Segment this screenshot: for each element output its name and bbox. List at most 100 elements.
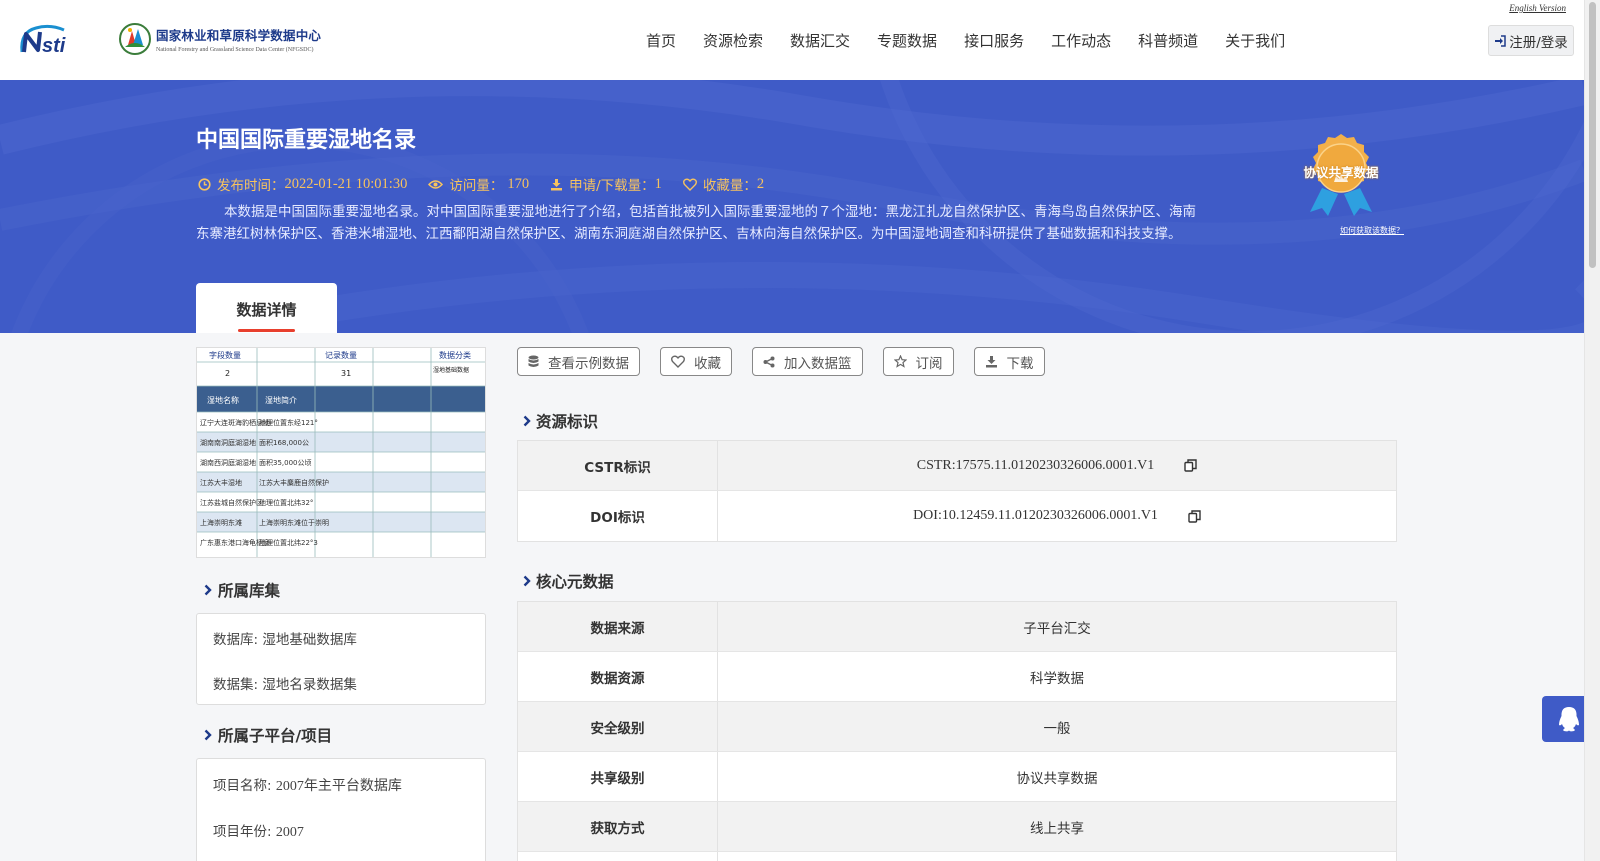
favorite-count: 收藏量： 2 — [682, 174, 765, 194]
visit-count: 访问量： 170 — [428, 174, 529, 194]
project-name-value: 2007年主平台数据库 — [275, 779, 402, 794]
publish-time-value: 2022-01-21 10:01:30 — [284, 175, 408, 192]
download-label: 下载 — [1006, 355, 1034, 372]
table-key: 数据资源 — [518, 652, 718, 701]
table-value: 科学数据 — [1030, 670, 1084, 687]
nsti-logo[interactable]: sti — [18, 22, 96, 61]
project-year-row: 项目年份: 2007 — [213, 820, 304, 841]
download-button[interactable]: 下载 — [973, 347, 1045, 376]
chevron-right-icon — [523, 415, 531, 427]
table-value — [718, 852, 1396, 861]
chevron-right-icon — [523, 575, 531, 587]
preview-cell: 上海崇明东滩位于崇明 — [259, 518, 329, 527]
database-icon — [528, 355, 539, 367]
download-count: 申请/下载量： 1 — [550, 174, 662, 194]
add-to-basket-label: 加入数据篮 — [784, 355, 852, 372]
subplatform-section-box: 项目名称: 2007年主平台数据库 项目年份: 2007 — [196, 758, 486, 861]
core-metadata-header: 核心元数据 — [523, 570, 614, 592]
table-key: 获取方式 — [518, 802, 718, 851]
login-label: 注册/登录 — [1509, 34, 1568, 51]
preview-table-image: 字段数量 记录数量 数据分类 2 31 湿地基础数据 湿地名称 湿地简介 辽宁大… — [197, 348, 485, 557]
table-key: 安全级别 — [518, 702, 718, 751]
add-to-basket-button[interactable]: 加入数据篮 — [752, 347, 863, 376]
preview-cell: 地理位置北纬22°3 — [259, 538, 318, 547]
org-name-en: National Forestry and Grassland Science … — [156, 47, 314, 53]
nav-item-about[interactable]: 关于我们 — [1225, 30, 1285, 51]
table-key: 数据来源 — [518, 602, 718, 651]
library-section-header: 所属库集 — [196, 568, 486, 612]
scrollbar-thumb[interactable] — [1589, 2, 1596, 268]
subplatform-section-title: 所属子平台/项目 — [218, 727, 333, 745]
nav-item-api-service[interactable]: 接口服务 — [964, 30, 1024, 51]
dataset-banner: 中国国际重要湿地名录 发布时间： 2022-01-21 10:01:30 访问量… — [0, 80, 1584, 333]
svg-text:sti: sti — [42, 35, 66, 56]
project-name-label: 项目名称: — [213, 778, 276, 794]
preview-column-header: 湿地简介 — [265, 395, 297, 405]
subscribe-button[interactable]: 订阅 — [882, 347, 954, 376]
nav-item-news[interactable]: 工作动态 — [1051, 30, 1111, 51]
view-sample-data-button[interactable]: 查看示例数据 — [517, 347, 640, 376]
resource-id-header: 资源标识 — [523, 410, 598, 432]
preview-cell: 面积35,000公顷 — [259, 458, 312, 467]
table-value: DOI:10.12459.11.0120230326006.0001.V1 — [718, 491, 1396, 541]
dataset-label: 数据集: — [213, 677, 263, 693]
org-name-cn: 国家林业和草原科学数据中心 — [156, 28, 322, 43]
clock-icon — [198, 177, 211, 191]
nav-item-home[interactable]: 首页 — [646, 30, 676, 51]
copy-icon[interactable] — [1184, 459, 1197, 472]
table-key: CSTR标识 — [518, 441, 718, 490]
login-button[interactable]: 注册/登录 — [1488, 25, 1574, 56]
nav-item-data-submission[interactable]: 数据汇交 — [790, 30, 850, 51]
library-section-title: 所属库集 — [218, 582, 281, 600]
download-icon — [551, 178, 563, 190]
table-value: 协议共享数据 — [1016, 770, 1098, 787]
nfgsdc-logo[interactable]: 国家林业和草原科学数据中心 National Forestry and Gras… — [118, 21, 321, 57]
main-nav: 首页 资源检索 数据汇交 专题数据 接口服务 工作动态 科普频道 关于我们 — [646, 30, 1312, 51]
table-value: 子平台汇交 — [1023, 620, 1091, 637]
page-scrollbar[interactable] — [1584, 0, 1600, 861]
core-metadata-title: 核心元数据 — [536, 573, 614, 591]
dataset-value[interactable]: 湿地名录数据集 — [262, 677, 357, 693]
english-version-link[interactable]: English Version — [1509, 3, 1566, 13]
preview-cell: 湖南南洞庭湖湿地 — [200, 438, 256, 447]
data-preview-thumbnail[interactable]: 字段数量 记录数量 数据分类 2 31 湿地基础数据 湿地名称 湿地简介 辽宁大… — [196, 347, 486, 558]
preview-header-label: 记录数量 — [325, 350, 357, 360]
nav-item-topic-data[interactable]: 专题数据 — [877, 30, 937, 51]
preview-header-value: 31 — [341, 369, 351, 378]
copy-icon[interactable] — [1188, 509, 1201, 523]
favorite-button[interactable]: 收藏 — [660, 347, 732, 376]
dataset-row: 数据集: 湿地名录数据集 — [213, 673, 357, 693]
preview-cell: 江苏盐城自然保护区 — [200, 498, 263, 507]
library-section-box: 数据库: 湿地基础数据库 数据集: 湿地名录数据集 — [196, 613, 486, 705]
nav-item-resource-search[interactable]: 资源检索 — [703, 30, 763, 51]
preview-header-label: 数据分类 — [439, 350, 471, 360]
table-row — [518, 852, 1396, 861]
project-year-label: 项目年份: — [213, 824, 276, 840]
preview-cell: 江苏大丰湿地 — [200, 478, 242, 487]
database-value[interactable]: 湿地基础数据库 — [262, 632, 357, 648]
heart-icon — [682, 178, 697, 191]
qq-penguin-icon — [1558, 707, 1579, 732]
shared-data-badge: 协议共享数据 — [1300, 132, 1382, 221]
favorite-count-value: 2 — [756, 175, 765, 192]
how-to-get-data-link[interactable]: 如何获取该数据？ — [1340, 225, 1404, 236]
favorite-count-label: 收藏量： — [702, 178, 757, 194]
favorite-label: 收藏 — [694, 355, 721, 372]
database-row: 数据库: 湿地基础数据库 — [213, 628, 357, 648]
tab-active-indicator — [238, 329, 295, 332]
database-label: 数据库: — [213, 632, 263, 648]
preview-cell: 江苏大丰麋鹿自然保护 — [259, 478, 329, 487]
tab-data-details-label: 数据详情 — [236, 300, 297, 319]
star-icon — [893, 355, 907, 368]
chevron-right-icon — [204, 729, 212, 741]
preview-header-value: 湿地基础数据 — [433, 366, 469, 374]
download-count-label: 申请/下载量： — [569, 178, 655, 194]
subplatform-section-header: 所属子平台/项目 — [196, 713, 486, 757]
table-row: 数据来源 子平台汇交 — [518, 602, 1396, 652]
tab-data-details[interactable]: 数据详情 — [196, 283, 337, 333]
nav-item-science[interactable]: 科普频道 — [1138, 30, 1198, 51]
preview-cell: 地理位置东经121° — [259, 418, 318, 427]
dataset-meta: 发布时间： 2022-01-21 10:01:30 访问量： 170 申请/下载… — [198, 174, 785, 194]
table-value: CSTR:17575.11.0120230326006.0001.V1 — [718, 441, 1396, 490]
dataset-description: 本数据是中国国际重要湿地名录。对中国国际重要湿地进行了介绍，包括首批被列入国际重… — [196, 204, 1196, 242]
